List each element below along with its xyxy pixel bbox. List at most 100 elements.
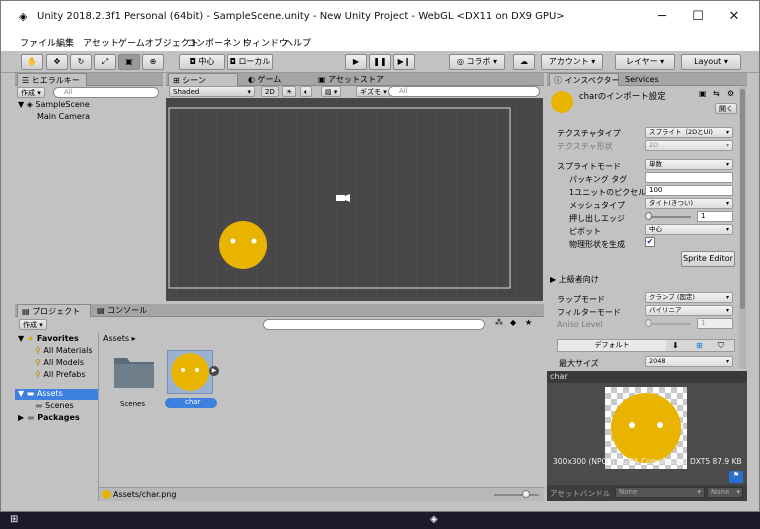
assets-child-scenes[interactable]: ▬ Scenes [35,401,74,410]
scale-tool-button[interactable]: ⤢ [94,54,116,70]
project-create-button[interactable]: 作成 ▾ [19,319,47,330]
download-icon[interactable]: ⬇ [672,341,679,350]
gizmos-dropdown[interactable]: ギズモ ▾ [356,86,391,97]
extrude-edges-slider-thumb[interactable] [645,212,652,220]
windows-icon[interactable]: ⊞ [696,341,703,350]
tab-services[interactable]: Services [621,73,671,86]
assetbundle-dropdown[interactable]: None ▾ [615,487,705,498]
tab-asset-store[interactable]: ▣ アセットストア [314,73,394,86]
scene-viewport[interactable] [166,98,543,301]
audio-toggle[interactable]: 🔈︎ [300,86,313,97]
project-search-input[interactable] [263,319,485,330]
texture-type-dropdown[interactable]: スプライト（2DとUI) ▾ [645,127,733,138]
console-icon: ▤ [97,306,105,315]
close-button[interactable]: ✕ [719,7,749,27]
open-button[interactable]: 開く [715,103,737,114]
icon-size-slider[interactable] [494,494,539,496]
advanced-label: 上級者向け [558,275,599,284]
sprite-editor-button[interactable]: Sprite Editor [681,251,735,267]
layers-dropdown[interactable]: レイヤー ▾ [615,54,675,70]
tag-icon[interactable]: ⚑ [729,471,743,483]
hierarchy-create-button[interactable]: 作成 ▾ [17,87,45,98]
filter-mode-dropdown[interactable]: バイリニア ▾ [645,305,733,316]
maximize-button[interactable]: ☐ [683,7,713,27]
windows-start-icon[interactable]: ⊞ [10,514,18,525]
menu-window[interactable]: ウィンドウ [243,36,288,49]
project-tree: ▼ ★ Favorites ⚲ All Materials ⚲ All Mode… [15,332,99,501]
pixels-per-unit-input[interactable]: 100 [645,185,733,196]
assetbundle-variant-dropdown[interactable]: None ▾ [707,487,743,498]
extrude-edges-input[interactable]: 1 [697,211,733,222]
layout-dropdown[interactable]: Layout ▾ [681,54,741,70]
effects-dropdown[interactable]: ▨ ▾ [321,86,342,97]
platform-tab-default[interactable]: デフォルト [558,340,666,351]
advanced-foldout[interactable]: ▶ 上級者向け [550,274,599,285]
tab-inspector[interactable]: ⓘ インスペクター [549,73,620,86]
icon-size-slider-thumb[interactable] [522,490,530,498]
tab-project[interactable]: ▤ プロジェクト [17,304,91,317]
help-icon[interactable]: ▣ [699,89,707,98]
breadcrumb[interactable]: Assets ▸ [103,334,136,343]
menu-file[interactable]: ファイル [20,36,56,49]
taskbar-app-icon[interactable]: ◈ [430,514,438,525]
favorite-item[interactable]: ⚲ All Materials [35,346,93,355]
menu-assets[interactable]: アセット [83,36,119,49]
menu-help[interactable]: ヘルプ [284,36,311,49]
max-size-dropdown[interactable]: 2048 ▾ [645,356,733,367]
collab-dropdown[interactable]: ◎ コラボ ▾ [449,54,505,70]
html5-icon[interactable]: ⛉ [718,341,724,351]
scene-search-input[interactable]: All [388,86,540,97]
wrap-mode-dropdown[interactable]: クランプ (固定) ▾ [645,292,733,303]
filter-type-icon[interactable]: ⁂ [495,318,503,327]
tab-game[interactable]: ◐ ゲーム [244,73,304,86]
grid-item-scenes[interactable]: Scenes [111,350,157,410]
move-icon: ✥ [53,57,61,66]
tab-hierarchy[interactable]: ☰ ヒエラルキー [17,73,87,86]
favorite-item[interactable]: ⚲ All Models [35,358,84,367]
play-button[interactable]: ▶ [345,54,367,70]
inspector-scrollbar-thumb[interactable] [740,89,745,309]
mesh-type-dropdown[interactable]: タイト(きつい) ▾ [645,198,733,209]
sprite-mode-dropdown[interactable]: 単数 ▾ [645,159,733,170]
hierarchy-search-input[interactable]: All [53,87,159,98]
filter-mode-value: バイリニア [649,306,682,314]
mode-2d-toggle[interactable]: 2D [261,86,279,97]
step-button[interactable]: ▶❙ [393,54,415,70]
scene-root-item[interactable]: ▼ ◈ SampleScene [18,100,90,109]
favorite-item[interactable]: ⚲ All Prefabs [35,370,86,379]
settings-gear-icon[interactable]: ⚙ [727,89,734,98]
hierarchy-item-main-camera[interactable]: Main Camera [37,112,90,121]
rect-tool-button[interactable]: ▣ [118,54,140,70]
favorites-root[interactable]: ▼ ★ Favorites [18,334,79,343]
tab-scene[interactable]: ⊞ シーン [168,73,238,86]
generate-physics-checkbox[interactable]: ✔ [645,237,655,247]
inspector-scrollbar[interactable] [739,87,746,369]
favorite-star-icon[interactable]: ★ [525,318,532,327]
cloud-button[interactable]: ☁ [513,54,535,70]
move-tool-button[interactable]: ✥ [46,54,68,70]
shading-mode-dropdown[interactable]: Shaded ▾ [169,86,255,97]
expand-sprite-icon[interactable]: ▶ [209,366,219,376]
char-sprite[interactable] [219,221,267,269]
menu-component[interactable]: コンポーネント [187,36,250,49]
pause-button[interactable]: ❚❚ [369,54,391,70]
space-toggle[interactable]: ◘ ローカル [227,54,273,70]
account-dropdown[interactable]: アカウント ▾ [541,54,603,70]
menu-edit[interactable]: 編集 [56,36,74,49]
extrude-edges-slider[interactable] [647,216,691,218]
pivot-dropdown[interactable]: 中心 ▾ [645,224,733,235]
packages-root[interactable]: ▶ ▬ Packages [18,413,80,422]
lighting-toggle[interactable]: ☀ [282,86,297,97]
filter-label-icon[interactable]: ◆ [510,318,516,327]
preset-icon[interactable]: ⇆ [713,89,720,98]
assets-root[interactable]: ▼ ▬ Assets [15,389,98,400]
packing-tag-input[interactable] [645,172,733,183]
rotate-tool-button[interactable]: ↻ [70,54,92,70]
minimize-button[interactable]: ─ [647,7,677,27]
transform-tool-button[interactable]: ⊕ [142,54,164,70]
grid-item-char[interactable]: ▶ char [165,350,219,412]
hand-tool-button[interactable]: ✋ [21,54,43,70]
tab-console[interactable]: ▤ コンソール [93,304,153,317]
pivot-toggle[interactable]: ◘ 中心 [179,54,225,70]
tab-scene-label: シーン [182,76,206,85]
